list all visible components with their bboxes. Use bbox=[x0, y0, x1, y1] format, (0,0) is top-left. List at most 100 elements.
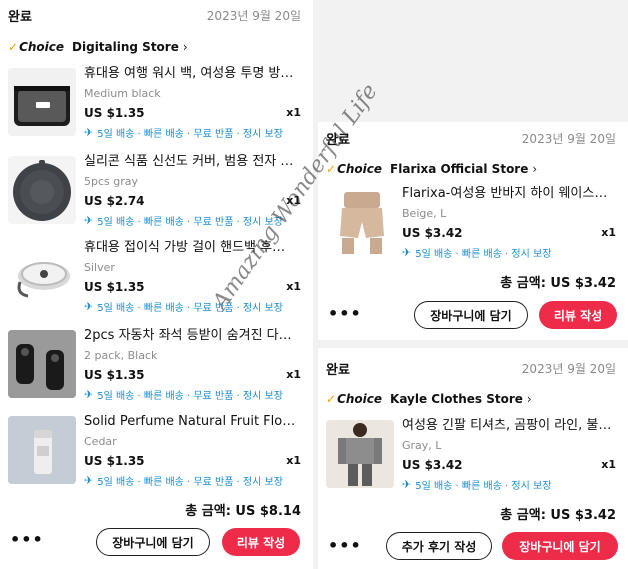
item-price-row: US $1.35 x1 bbox=[84, 280, 301, 294]
order-item[interactable]: 2pcs 자동차 좌석 등받이 숨겨진 다기... 2 pack, Black … bbox=[8, 328, 301, 408]
order-card-digitaling: 완료 2023년 9월 20일 ✓ Choice Digitaling Stor… bbox=[0, 0, 313, 569]
item-price: US $1.35 bbox=[84, 280, 145, 294]
item-qty: x1 bbox=[286, 194, 301, 207]
perks-text: 5일 배송 · 빠른 배송 · 무료 반품 · 정시 보장 bbox=[97, 477, 283, 488]
item-qty: x1 bbox=[286, 454, 301, 467]
add-to-cart-button[interactable]: 장바구니에 담기 bbox=[96, 528, 210, 556]
order-status: 완료 bbox=[326, 363, 350, 378]
airplane-icon: ✈ bbox=[402, 478, 412, 491]
more-dots-icon[interactable]: ••• bbox=[328, 304, 362, 323]
item-info: 여성용 긴팔 티셔츠, 곰팡이 라인, 불규... Gray, L US $3.… bbox=[402, 418, 616, 492]
product-image bbox=[8, 242, 76, 310]
item-price: US $2.74 bbox=[84, 194, 145, 208]
perks-text: 5일 배송 · 빠른 배송 · 정시 보장 bbox=[415, 481, 552, 492]
product-image bbox=[8, 68, 76, 136]
store-name: Kayle Clothes Store bbox=[390, 392, 523, 406]
order-status: 완료 bbox=[326, 133, 350, 148]
choice-label: Choice bbox=[19, 40, 65, 54]
item-title: 여성용 긴팔 티셔츠, 곰팡이 라인, 불규... bbox=[402, 418, 616, 433]
item-price-row: US $2.74 x1 bbox=[84, 194, 301, 208]
check-icon: ✓ bbox=[326, 162, 337, 176]
perks-text: 5일 배송 · 빠른 배송 · 정시 보장 bbox=[415, 249, 552, 260]
order-item[interactable]: 실리콘 식품 신선도 커버, 범용 전자 레... 5pcs gray US $… bbox=[8, 154, 301, 234]
write-review-button[interactable]: 리뷰 작성 bbox=[539, 301, 617, 329]
check-icon: ✓ bbox=[326, 392, 337, 406]
order-total: 총 금액: US $8.14 bbox=[185, 504, 301, 519]
store-link[interactable]: ✓ Choice Digitaling Store › bbox=[8, 38, 188, 56]
add-follow-up-review-button[interactable]: 추가 후기 작성 bbox=[386, 532, 492, 560]
chevron-right-icon: › bbox=[526, 392, 532, 406]
item-qty: x1 bbox=[286, 280, 301, 293]
airplane-icon: ✈ bbox=[402, 246, 412, 259]
item-variant: 5pcs gray bbox=[84, 175, 139, 188]
product-image bbox=[8, 156, 76, 224]
write-review-button[interactable]: 리뷰 작성 bbox=[222, 528, 300, 556]
airplane-icon: ✈ bbox=[84, 474, 94, 487]
store-link[interactable]: ✓ Choice Kayle Clothes Store › bbox=[326, 390, 532, 408]
item-title: Flarixa-여성용 반바지 하이 웨이스트 ... bbox=[402, 186, 616, 201]
item-title: 2pcs 자동차 좌석 등받이 숨겨진 다기... bbox=[84, 328, 301, 343]
choice-label: Choice bbox=[337, 392, 383, 406]
airplane-icon: ✈ bbox=[84, 126, 94, 139]
perks-text: 5일 배송 · 빠른 배송 · 무료 반품 · 정시 보장 bbox=[97, 217, 283, 228]
choice-label: Choice bbox=[337, 162, 383, 176]
order-date: 2023년 9월 20일 bbox=[521, 132, 616, 146]
item-perks: ✈ 5일 배송 · 빠른 배송 · 무료 반품 · 정시 보장 bbox=[84, 213, 301, 228]
product-image bbox=[8, 330, 76, 398]
more-dots-icon[interactable]: ••• bbox=[328, 536, 362, 555]
order-card-kayle: 완료 2023년 9월 20일 ✓ Choice Kayle Clothes S… bbox=[318, 348, 628, 569]
add-to-cart-button[interactable]: 장바구니에 담기 bbox=[414, 301, 528, 329]
item-variant: Cedar bbox=[84, 435, 117, 448]
item-price-row: US $1.35 x1 bbox=[84, 368, 301, 382]
check-icon: ✓ bbox=[8, 40, 19, 54]
item-price-row: US $1.35 x1 bbox=[84, 106, 301, 120]
choice-badge: ✓ Choice bbox=[326, 162, 382, 176]
item-title: 실리콘 식품 신선도 커버, 범용 전자 레... bbox=[84, 154, 301, 169]
item-info: 실리콘 식품 신선도 커버, 범용 전자 레... 5pcs gray US $… bbox=[84, 154, 301, 228]
item-price-row: US $3.42 x1 bbox=[402, 226, 616, 240]
perks-text: 5일 배송 · 빠른 배송 · 무료 반품 · 정시 보장 bbox=[97, 129, 283, 140]
item-info: Solid Perfume Natural Fruit Flower... Ce… bbox=[84, 414, 301, 488]
perks-text: 5일 배송 · 빠른 배송 · 무료 반품 · 정시 보장 bbox=[97, 303, 283, 314]
item-price: US $1.35 bbox=[84, 106, 145, 120]
order-date: 2023년 9월 20일 bbox=[206, 9, 301, 23]
chevron-right-icon: › bbox=[182, 40, 188, 54]
item-perks: ✈ 5일 배송 · 빠른 배송 · 무료 반품 · 정시 보장 bbox=[84, 299, 301, 314]
airplane-icon: ✈ bbox=[84, 300, 94, 313]
item-variant: 2 pack, Black bbox=[84, 349, 158, 362]
order-status: 완료 bbox=[8, 10, 32, 25]
store-name: Flarixa Official Store bbox=[390, 162, 529, 176]
order-date: 2023년 9월 20일 bbox=[521, 362, 616, 376]
item-perks: ✈ 5일 배송 · 빠른 배송 · 무료 반품 · 정시 보장 bbox=[84, 387, 301, 402]
item-info: Flarixa-여성용 반바지 하이 웨이스트 ... Beige, L US … bbox=[402, 186, 616, 260]
perks-text: 5일 배송 · 빠른 배송 · 무료 반품 · 정시 보장 bbox=[97, 391, 283, 402]
item-perks: ✈ 5일 배송 · 빠른 배송 · 정시 보장 bbox=[402, 477, 616, 492]
order-item[interactable]: 휴대용 접이식 가방 걸이 핸드백 후크 ... Silver US $1.35… bbox=[8, 240, 301, 320]
item-price-row: US $1.35 x1 bbox=[84, 454, 301, 468]
item-price: US $3.42 bbox=[402, 226, 463, 240]
order-item[interactable]: Solid Perfume Natural Fruit Flower... Ce… bbox=[8, 414, 301, 494]
item-qty: x1 bbox=[286, 106, 301, 119]
item-variant: Silver bbox=[84, 261, 115, 274]
order-item[interactable]: 휴대용 여행 워시 백, 여성용 투명 방수... Medium black U… bbox=[8, 66, 301, 146]
store-link[interactable]: ✓ Choice Flarixa Official Store › bbox=[326, 160, 537, 178]
item-variant: Beige, L bbox=[402, 207, 447, 220]
order-header: 완료 2023년 9월 20일 bbox=[326, 129, 616, 148]
item-price: US $3.42 bbox=[402, 458, 463, 472]
order-item[interactable]: 여성용 긴팔 티셔츠, 곰팡이 라인, 불규... Gray, L US $3.… bbox=[326, 418, 616, 498]
product-image bbox=[326, 188, 394, 256]
airplane-icon: ✈ bbox=[84, 388, 94, 401]
item-price: US $1.35 bbox=[84, 454, 145, 468]
item-title: 휴대용 여행 워시 백, 여성용 투명 방수... bbox=[84, 66, 301, 81]
item-title: 휴대용 접이식 가방 걸이 핸드백 후크 ... bbox=[84, 240, 301, 255]
order-item[interactable]: Flarixa-여성용 반바지 하이 웨이스트 ... Beige, L US … bbox=[326, 186, 616, 266]
item-variant: Medium black bbox=[84, 87, 161, 100]
more-dots-icon[interactable]: ••• bbox=[10, 530, 44, 549]
order-total: 총 금액: US $3.42 bbox=[500, 276, 616, 291]
product-image bbox=[326, 420, 394, 488]
item-qty: x1 bbox=[286, 368, 301, 381]
item-qty: x1 bbox=[601, 458, 616, 471]
store-name: Digitaling Store bbox=[72, 40, 179, 54]
item-perks: ✈ 5일 배송 · 빠른 배송 · 무료 반품 · 정시 보장 bbox=[84, 473, 301, 488]
add-to-cart-button[interactable]: 장바구니에 담기 bbox=[502, 532, 618, 560]
